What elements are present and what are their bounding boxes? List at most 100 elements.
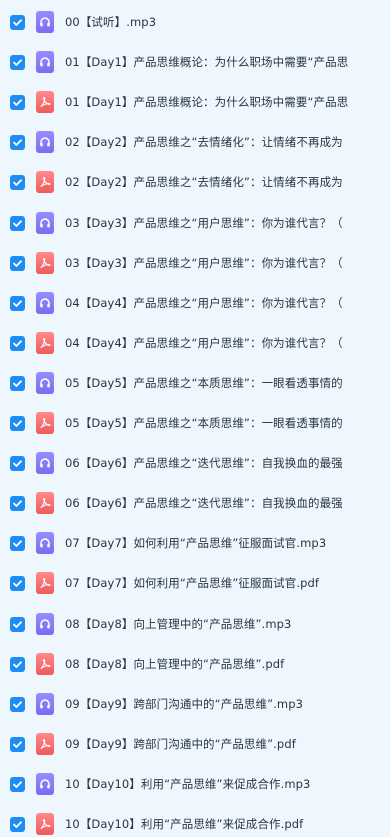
audio-file-icon bbox=[36, 773, 54, 795]
file-name: 02【Day2】产品思维之“去情绪化”：让情绪不再成为 bbox=[65, 135, 343, 149]
checkbox-checked[interactable] bbox=[10, 575, 25, 591]
checkmark-icon bbox=[13, 58, 22, 66]
audio-file-icon bbox=[36, 532, 54, 554]
file-row[interactable]: 06【Day6】产品思维之“迭代思维”：自我换血的最强 bbox=[0, 443, 390, 483]
audio-file-icon bbox=[36, 372, 54, 394]
headphones-icon bbox=[40, 619, 50, 629]
checkbox-checked[interactable] bbox=[10, 14, 25, 30]
pdf-file-icon bbox=[36, 332, 54, 354]
file-row[interactable]: 00【试听】.mp3 bbox=[0, 2, 390, 42]
checkbox-checked[interactable] bbox=[10, 295, 25, 311]
file-name: 02【Day2】产品思维之“去情绪化”：让情绪不再成为 bbox=[65, 175, 343, 189]
headphones-icon bbox=[40, 218, 50, 228]
file-list: 00【试听】.mp3 01【Day1】产品思维概论：为什么职场中需要“产品思 01【… bbox=[0, 0, 390, 837]
file-name: 03【Day3】产品思维之“用户思维”：你为谁代言？（ bbox=[65, 256, 343, 270]
checkbox-checked[interactable] bbox=[10, 134, 25, 150]
file-row[interactable]: 10【Day10】利用“产品思维”来促成合作.pdf bbox=[0, 804, 390, 837]
audio-file-icon bbox=[36, 693, 54, 715]
checkmark-icon bbox=[13, 459, 22, 467]
pdf-file-icon bbox=[36, 171, 54, 193]
audio-file-icon bbox=[36, 212, 54, 234]
pdf-glyph-icon bbox=[40, 337, 51, 349]
audio-file-icon bbox=[36, 452, 54, 474]
checkbox-checked[interactable] bbox=[10, 535, 25, 551]
headphones-icon bbox=[40, 137, 50, 147]
file-row[interactable]: 10【Day10】利用“产品思维”来促成合作.mp3 bbox=[0, 764, 390, 804]
pdf-file-icon bbox=[36, 492, 54, 514]
file-row[interactable]: 02【Day2】产品思维之“去情绪化”：让情绪不再成为 bbox=[0, 122, 390, 162]
file-name: 05【Day5】产品思维之“本质思维”：一眼看透事情的 bbox=[65, 376, 343, 390]
checkbox-checked[interactable] bbox=[10, 54, 25, 70]
pdf-file-icon bbox=[36, 733, 54, 755]
file-row[interactable]: 03【Day3】产品思维之“用户思维”：你为谁代言？（ bbox=[0, 203, 390, 243]
checkbox-checked[interactable] bbox=[10, 696, 25, 712]
headphones-icon bbox=[40, 458, 50, 468]
checkmark-icon bbox=[13, 379, 22, 387]
pdf-glyph-icon bbox=[40, 577, 51, 589]
checkbox-checked[interactable] bbox=[10, 616, 25, 632]
file-row[interactable]: 09【Day9】跨部门沟通中的“产品思维”.pdf bbox=[0, 724, 390, 764]
checkbox-checked[interactable] bbox=[10, 94, 25, 110]
file-row[interactable]: 08【Day8】向上管理中的“产品思维”.pdf bbox=[0, 644, 390, 684]
file-name: 09【Day9】跨部门沟通中的“产品思维”.mp3 bbox=[65, 697, 304, 711]
checkbox-checked[interactable] bbox=[10, 455, 25, 471]
headphones-icon bbox=[40, 779, 50, 789]
checkmark-icon bbox=[13, 579, 22, 587]
checkbox-checked[interactable] bbox=[10, 656, 25, 672]
checkmark-icon bbox=[13, 660, 22, 668]
file-row[interactable]: 01【Day1】产品思维概论：为什么职场中需要“产品思 bbox=[0, 42, 390, 82]
file-row[interactable]: 03【Day3】产品思维之“用户思维”：你为谁代言？（ bbox=[0, 243, 390, 283]
file-name: 07【Day7】如何利用“产品思维”征服面试官.pdf bbox=[65, 576, 320, 590]
file-row[interactable]: 09【Day9】跨部门沟通中的“产品思维”.mp3 bbox=[0, 684, 390, 724]
pdf-glyph-icon bbox=[40, 658, 51, 670]
pdf-glyph-icon bbox=[40, 738, 51, 750]
file-name: 00【试听】.mp3 bbox=[65, 15, 157, 29]
file-name: 10【Day10】利用“产品思维”来促成合作.mp3 bbox=[65, 777, 311, 791]
file-row[interactable]: 07【Day7】如何利用“产品思维”征服面试官.mp3 bbox=[0, 523, 390, 563]
file-name: 08【Day8】向上管理中的“产品思维”.pdf bbox=[65, 657, 285, 671]
checkmark-icon bbox=[13, 18, 22, 26]
checkbox-checked[interactable] bbox=[10, 255, 25, 271]
file-row[interactable]: 01【Day1】产品思维概论：为什么职场中需要“产品思 bbox=[0, 82, 390, 122]
audio-file-icon bbox=[36, 51, 54, 73]
checkbox-checked[interactable] bbox=[10, 174, 25, 190]
pdf-glyph-icon bbox=[40, 497, 51, 509]
checkmark-icon bbox=[13, 339, 22, 347]
headphones-icon bbox=[40, 378, 50, 388]
file-row[interactable]: 04【Day4】产品思维之“用户思维”：你为谁代言？（ bbox=[0, 323, 390, 363]
file-row[interactable]: 04【Day4】产品思维之“用户思维”：你为谁代言？（ bbox=[0, 283, 390, 323]
pdf-glyph-icon bbox=[40, 818, 51, 830]
file-row[interactable]: 05【Day5】产品思维之“本质思维”：一眼看透事情的 bbox=[0, 403, 390, 443]
file-name: 01【Day1】产品思维概论：为什么职场中需要“产品思 bbox=[65, 55, 349, 69]
checkmark-icon bbox=[13, 620, 22, 628]
pdf-file-icon bbox=[36, 813, 54, 835]
pdf-glyph-icon bbox=[40, 96, 51, 108]
pdf-file-icon bbox=[36, 653, 54, 675]
pdf-glyph-icon bbox=[40, 176, 51, 188]
file-name: 03【Day3】产品思维之“用户思维”：你为谁代言？（ bbox=[65, 216, 343, 230]
checkmark-icon bbox=[13, 178, 22, 186]
checkbox-checked[interactable] bbox=[10, 335, 25, 351]
checkbox-checked[interactable] bbox=[10, 215, 25, 231]
pdf-file-icon bbox=[36, 252, 54, 274]
file-row[interactable]: 08【Day8】向上管理中的“产品思维”.mp3 bbox=[0, 604, 390, 644]
checkbox-checked[interactable] bbox=[10, 495, 25, 511]
file-name: 06【Day6】产品思维之“迭代思维”：自我换血的最强 bbox=[65, 456, 343, 470]
file-row[interactable]: 05【Day5】产品思维之“本质思维”：一眼看透事情的 bbox=[0, 363, 390, 403]
checkbox-checked[interactable] bbox=[10, 776, 25, 792]
checkbox-checked[interactable] bbox=[10, 816, 25, 832]
checkmark-icon bbox=[13, 539, 22, 547]
checkbox-checked[interactable] bbox=[10, 375, 25, 391]
checkmark-icon bbox=[13, 780, 22, 788]
file-row[interactable]: 06【Day6】产品思维之“迭代思维”：自我换血的最强 bbox=[0, 483, 390, 523]
audio-file-icon bbox=[36, 11, 54, 33]
pdf-file-icon bbox=[36, 412, 54, 434]
file-row[interactable]: 07【Day7】如何利用“产品思维”征服面试官.pdf bbox=[0, 563, 390, 603]
headphones-icon bbox=[40, 57, 50, 67]
checkbox-checked[interactable] bbox=[10, 415, 25, 431]
checkbox-checked[interactable] bbox=[10, 736, 25, 752]
file-row[interactable]: 02【Day2】产品思维之“去情绪化”：让情绪不再成为 bbox=[0, 162, 390, 202]
checkmark-icon bbox=[13, 299, 22, 307]
headphones-icon bbox=[40, 538, 50, 548]
headphones-icon bbox=[40, 298, 50, 308]
